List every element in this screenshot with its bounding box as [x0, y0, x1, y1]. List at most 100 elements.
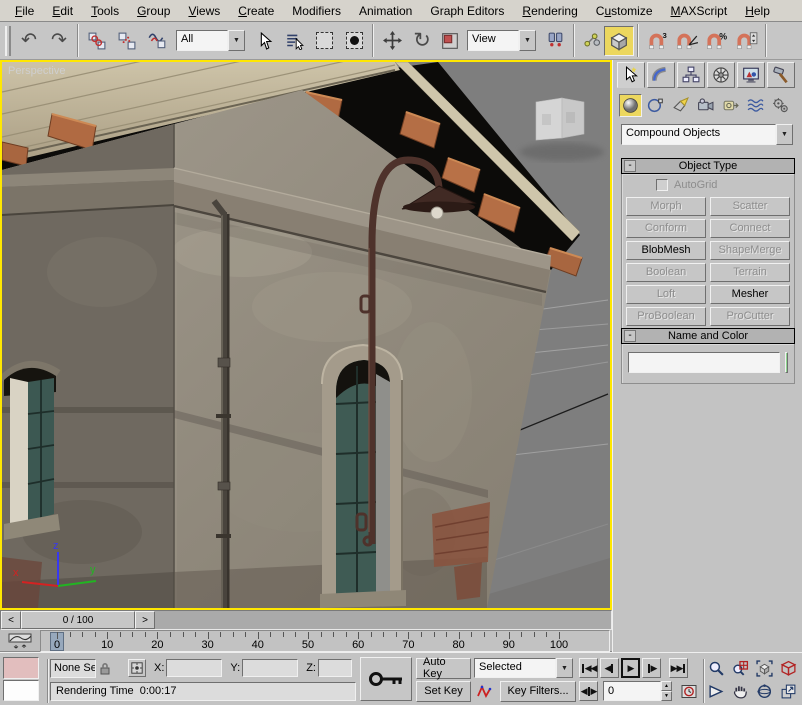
redo-button[interactable]: ↷: [44, 26, 74, 56]
category-geometry-button[interactable]: [619, 94, 642, 117]
tab-modify[interactable]: [647, 62, 675, 88]
key-selection-value[interactable]: Selected: [474, 658, 556, 678]
collapse-icon[interactable]: -: [624, 330, 636, 342]
category-systems-button[interactable]: [769, 94, 792, 117]
set-keys-button[interactable]: [360, 657, 412, 701]
undo-button[interactable]: ↶: [14, 26, 44, 56]
field-of-view-button[interactable]: [704, 680, 728, 702]
object-type-blobmesh-button[interactable]: BlobMesh: [626, 241, 706, 260]
play-animation-button[interactable]: ▶: [621, 658, 640, 678]
object-category-value[interactable]: Compound Objects: [621, 124, 776, 145]
menu-item-modifiers[interactable]: Modifiers: [283, 1, 350, 21]
object-type-loft-button[interactable]: Loft: [626, 285, 706, 304]
tab-hierarchy[interactable]: [677, 62, 705, 88]
name-color-rollout-header[interactable]: - Name and Color: [621, 328, 795, 344]
coord-x-field[interactable]: [166, 659, 222, 677]
snaps-toggle-button[interactable]: [604, 26, 634, 56]
time-configuration-button[interactable]: [678, 681, 700, 701]
select-and-scale-button[interactable]: [437, 26, 463, 56]
key-selection-dropdown-arrow[interactable]: ▼: [556, 658, 573, 678]
zoom-button[interactable]: [704, 657, 728, 679]
menu-item-customize[interactable]: Customize: [587, 1, 662, 21]
set-key-button[interactable]: Set Key: [416, 681, 471, 702]
zoom-extents-button[interactable]: [752, 657, 776, 679]
object-type-conform-button[interactable]: Conform: [626, 219, 706, 238]
selection-filter-combo[interactable]: All ▼: [176, 30, 245, 51]
go-to-start-button[interactable]: ◀◀: [579, 658, 598, 678]
pan-view-button[interactable]: [728, 680, 752, 702]
selection-lock-toggle[interactable]: [96, 659, 114, 678]
spinner-down-icon[interactable]: ▼: [661, 691, 672, 701]
select-and-manipulate-button[interactable]: [578, 26, 604, 56]
tab-motion[interactable]: [707, 62, 735, 88]
select-by-name-button[interactable]: [279, 26, 309, 56]
selection-filter-value[interactable]: All: [176, 30, 228, 51]
time-slider-next-button[interactable]: >: [135, 611, 155, 629]
category-helpers-button[interactable]: [719, 94, 742, 117]
menu-item-group[interactable]: Group: [128, 1, 179, 21]
time-slider-prev-button[interactable]: <: [1, 611, 21, 629]
menu-item-views[interactable]: Views: [179, 1, 229, 21]
reference-coordinate-system-combo[interactable]: View ▼: [467, 30, 536, 51]
zoom-all-button[interactable]: [728, 657, 752, 679]
track-bar-ruler[interactable]: 0102030405060708090100: [40, 630, 610, 652]
object-type-shapemerge-button[interactable]: ShapeMerge: [710, 241, 790, 260]
collapse-icon[interactable]: -: [624, 160, 636, 172]
coord-z-field[interactable]: [318, 659, 352, 677]
zoom-extents-all-button[interactable]: [776, 657, 800, 679]
go-to-end-button[interactable]: ▶▶: [669, 658, 688, 678]
object-type-terrain-button[interactable]: Terrain: [710, 263, 790, 282]
tab-utilities[interactable]: [767, 62, 795, 88]
object-name-input[interactable]: [628, 352, 780, 373]
menu-item-file[interactable]: File: [6, 1, 43, 21]
tab-create[interactable]: [617, 62, 645, 88]
macro-recorder-line[interactable]: [3, 657, 39, 679]
object-type-boolean-button[interactable]: Boolean: [626, 263, 706, 282]
object-category-dropdown-arrow[interactable]: ▼: [776, 124, 793, 145]
time-slider[interactable]: < 0 / 100 >: [0, 610, 612, 630]
select-and-link-button[interactable]: [82, 26, 112, 56]
percent-snap-toggle-button[interactable]: %: [702, 26, 732, 56]
select-and-move-button[interactable]: [377, 26, 407, 56]
time-slider-thumb[interactable]: 0 / 100: [21, 611, 135, 629]
menu-item-create[interactable]: Create: [229, 1, 283, 21]
use-pivot-point-center-button[interactable]: [540, 26, 570, 56]
object-type-proboolean-button[interactable]: ProBoolean: [626, 307, 706, 326]
spinner-snap-toggle-button[interactable]: [732, 26, 762, 56]
autogrid-checkbox[interactable]: [656, 179, 668, 191]
category-shapes-button[interactable]: [644, 94, 667, 117]
open-mini-curve-editor-button[interactable]: [3, 632, 37, 650]
category-cameras-button[interactable]: [694, 94, 717, 117]
select-object-button[interactable]: [249, 26, 279, 56]
menu-item-maxscript[interactable]: MAXScript: [662, 1, 737, 21]
unlink-selection-button[interactable]: [112, 26, 142, 56]
maxscript-listener-line[interactable]: [3, 680, 39, 701]
menu-item-graph-editors[interactable]: Graph Editors: [421, 1, 513, 21]
object-color-swatch[interactable]: [785, 352, 788, 373]
menu-item-edit[interactable]: Edit: [43, 1, 82, 21]
object-category-combo[interactable]: Compound Objects ▼: [621, 124, 793, 145]
perspective-viewport[interactable]: z x y Perspective: [0, 60, 612, 610]
maximize-viewport-toggle-button[interactable]: [776, 680, 800, 702]
key-selection-combo[interactable]: Selected ▼: [474, 658, 573, 678]
rectangular-selection-region-button[interactable]: [309, 26, 339, 56]
angle-snap-toggle-button[interactable]: [672, 26, 702, 56]
menu-item-animation[interactable]: Animation: [350, 1, 421, 21]
category-lights-button[interactable]: [669, 94, 692, 117]
selection-filter-dropdown-arrow[interactable]: ▼: [228, 30, 245, 51]
object-type-rollout-header[interactable]: - Object Type: [621, 158, 795, 174]
spinner-up-icon[interactable]: ▲: [661, 681, 672, 691]
current-frame-field[interactable]: 0: [603, 681, 661, 701]
menu-item-help[interactable]: Help: [736, 1, 779, 21]
absolute-offset-mode-toggle[interactable]: [128, 659, 146, 677]
menu-item-tools[interactable]: Tools: [82, 1, 128, 21]
coordinate-system-dropdown-arrow[interactable]: ▼: [519, 30, 536, 51]
previous-frame-button[interactable]: ◀: [600, 658, 619, 678]
coordinate-system-value[interactable]: View: [467, 30, 519, 51]
snap-3d-flyout-button[interactable]: 3: [642, 26, 672, 56]
coord-y-field[interactable]: [242, 659, 298, 677]
auto-key-button[interactable]: Auto Key: [416, 658, 471, 679]
select-and-rotate-button[interactable]: ↻: [407, 26, 437, 56]
track-bar[interactable]: 0102030405060708090100: [0, 630, 612, 652]
object-type-morph-button[interactable]: Morph: [626, 197, 706, 216]
